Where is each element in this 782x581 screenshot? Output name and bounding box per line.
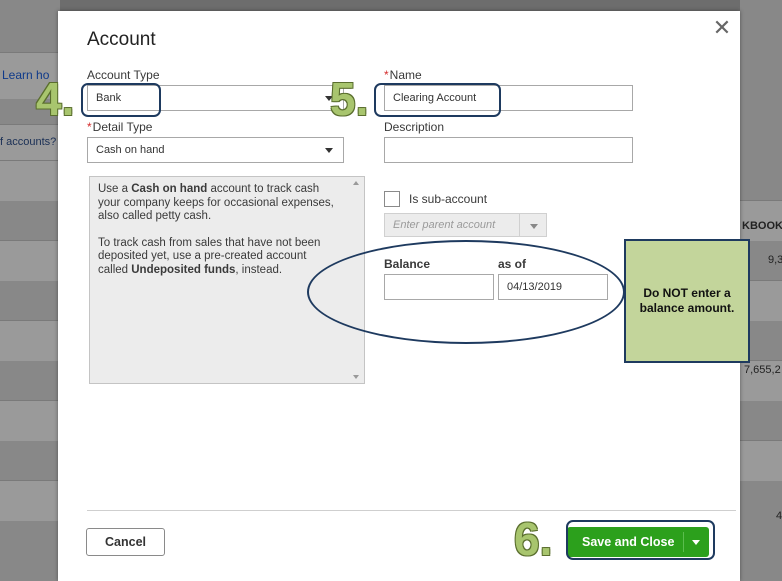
detail-type-select[interactable]: Cash on hand	[87, 137, 344, 163]
sub-account-checkbox[interactable]	[384, 191, 400, 207]
step-6-marker: 6.	[514, 513, 553, 565]
as-of-date-input[interactable]: 04/13/2019	[498, 274, 608, 300]
required-mark: *	[384, 68, 389, 82]
info-bold: Undeposited funds	[131, 263, 236, 276]
scroll-down-icon[interactable]	[353, 375, 359, 379]
info-paragraph: Use a Cash on hand account to track cash…	[98, 183, 334, 224]
chevron-down-icon	[530, 224, 538, 229]
name-value: Clearing Account	[393, 92, 477, 104]
parent-account-dropdown[interactable]	[519, 213, 547, 237]
sub-account-label: Is sub-account	[409, 192, 488, 206]
bg-row	[0, 160, 60, 201]
bg-value: 7,655,2	[744, 364, 781, 376]
chevron-down-icon	[325, 148, 333, 153]
step-5-marker: 5.	[330, 73, 369, 125]
info-bold: Cash on hand	[131, 183, 208, 195]
bg-row	[0, 480, 60, 521]
name-label-text: Name	[389, 68, 422, 82]
description-input[interactable]	[384, 137, 633, 163]
detail-type-label-text: Detail Type	[92, 120, 153, 134]
chevron-down-icon[interactable]	[692, 540, 700, 545]
account-type-value: Bank	[96, 92, 122, 104]
bg-row	[0, 320, 60, 361]
parent-account-placeholder: Enter parent account	[393, 219, 496, 231]
scroll-up-icon[interactable]	[353, 181, 359, 185]
detail-type-description: Use a Cash on hand account to track cash…	[89, 176, 365, 384]
detail-type-value: Cash on hand	[96, 144, 165, 156]
info-scrollbar[interactable]	[351, 179, 362, 381]
step-4-marker: 4.	[36, 73, 75, 125]
balance-warning-note: Do NOT enter a balance amount.	[624, 239, 750, 363]
split-divider	[683, 532, 684, 552]
name-label: *Name	[384, 68, 422, 82]
bg-value: 4	[776, 510, 782, 522]
account-type-label-text: Account Type	[87, 68, 160, 82]
parent-account-input[interactable]: Enter parent account	[384, 213, 520, 237]
balance-input[interactable]	[384, 274, 494, 300]
bg-row	[0, 400, 60, 441]
account-type-select[interactable]: Bank	[87, 85, 344, 111]
cancel-button[interactable]: Cancel	[86, 528, 165, 556]
as-of-date-value: 04/13/2019	[507, 281, 563, 293]
bg-value: 9,3	[768, 254, 782, 266]
dialog-title: Account	[87, 29, 156, 50]
detail-type-label: *Detail Type	[87, 120, 152, 134]
required-mark: *	[87, 120, 92, 134]
bg-row	[740, 440, 782, 481]
bg-accounts-text: f accounts?	[0, 136, 57, 148]
balance-label: Balance	[384, 257, 431, 271]
save-and-close-label: Save and Close	[582, 535, 675, 549]
info-paragraph: To track cash from sales that have not b…	[98, 237, 334, 278]
name-input[interactable]: Clearing Account	[384, 85, 633, 111]
close-icon[interactable]: ✕	[709, 15, 735, 41]
account-type-label: Account Type	[87, 68, 160, 82]
bg-row	[0, 240, 60, 281]
info-text: Use a	[98, 183, 132, 195]
save-and-close-button[interactable]: Save and Close	[567, 527, 709, 557]
bg-column-header: KBOOKS	[742, 220, 782, 232]
description-label: Description	[384, 120, 444, 134]
description-label-text: Description	[384, 120, 445, 134]
info-text: , instead.	[235, 263, 283, 276]
as-of-label: as of	[498, 257, 527, 271]
footer-divider	[87, 510, 736, 511]
